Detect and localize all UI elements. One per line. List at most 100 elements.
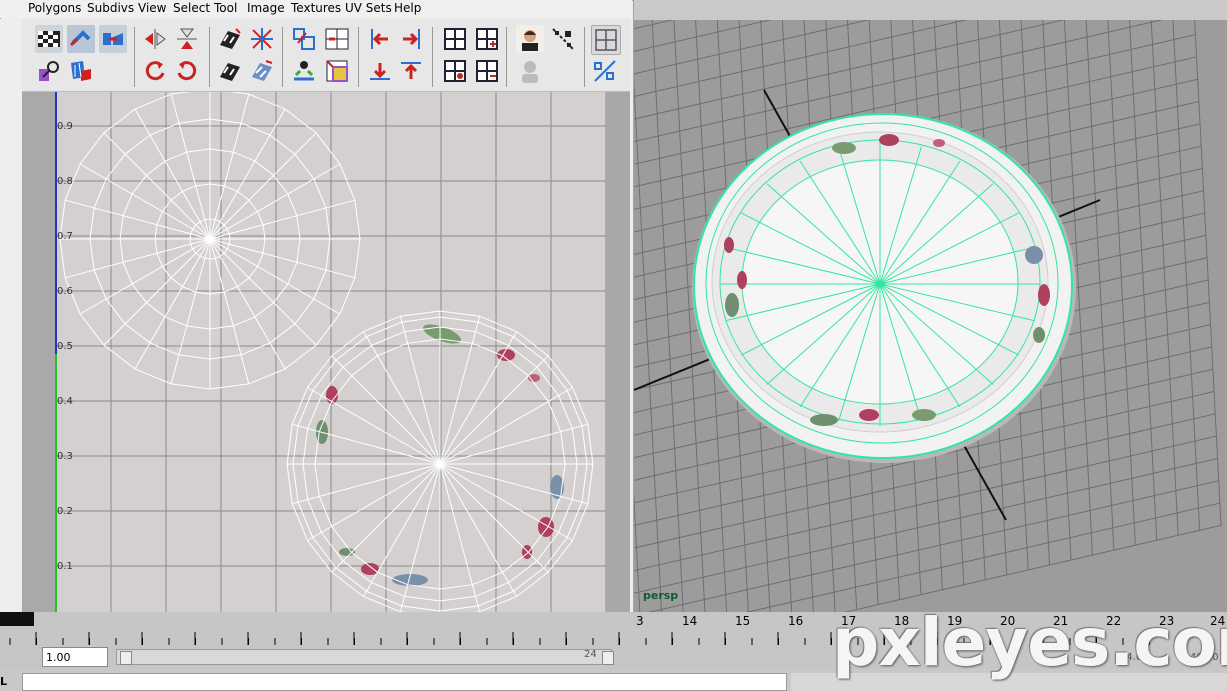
plate-model[interactable] — [692, 113, 1076, 463]
uv-edge-spoke — [439, 387, 573, 465]
uv-toolbar — [22, 19, 630, 92]
grid-remove-icon[interactable] — [473, 57, 501, 85]
layout-uv-icon[interactable] — [323, 25, 351, 53]
uv-edge-spoke — [439, 463, 517, 597]
uv-edge-spoke — [439, 423, 588, 465]
align-bottom-icon[interactable] — [366, 57, 394, 85]
v-tick-0.8: 0.8 — [57, 176, 73, 187]
rotate-cw-icon[interactable] — [173, 57, 201, 85]
v-tick-0.3: 0.3 — [57, 451, 73, 462]
rotate-ccw-icon[interactable] — [141, 57, 169, 85]
menu-uv-sets[interactable]: UV Sets — [345, 1, 392, 15]
uv-edge-spoke — [209, 163, 341, 240]
grid-uv-icon[interactable] — [441, 25, 469, 53]
uv-edge-spoke — [439, 463, 588, 505]
menu-polygons[interactable]: Polygons — [28, 1, 81, 15]
menu-image[interactable]: Image — [247, 1, 285, 15]
menu-tool[interactable]: Tool — [214, 1, 237, 15]
dim-image-icon[interactable] — [549, 25, 577, 53]
camera-label: persp — [643, 589, 679, 602]
uv-edge-spoke — [399, 316, 441, 465]
grid-add-icon[interactable] — [473, 25, 501, 53]
uv-edge-spoke — [103, 238, 211, 346]
viewport-scene[interactable] — [634, 20, 1227, 612]
uv-edge-spoke — [292, 463, 441, 505]
viewport-top-strip — [634, 0, 1227, 20]
flip-u-icon[interactable] — [141, 25, 169, 53]
v-tick-0.4: 0.4 — [57, 396, 73, 407]
uv-edge-spoke — [399, 463, 441, 612]
uv-panel-scroll-edge — [606, 92, 630, 618]
shaded-uv-icon[interactable] — [516, 57, 544, 85]
uv-outside-region — [22, 92, 55, 618]
uv-edge-spoke — [439, 463, 481, 612]
v-tick-0.6: 0.6 — [57, 286, 73, 297]
flip-v-icon[interactable] — [173, 25, 201, 53]
uv-snapshot-icon[interactable] — [35, 57, 63, 85]
menu-view[interactable]: View — [138, 1, 166, 15]
v-tick-0.2: 0.2 — [57, 506, 73, 517]
menu-select[interactable]: Select — [173, 1, 210, 15]
sew-uv-icon[interactable] — [216, 57, 244, 85]
uv-edge-spoke — [103, 132, 211, 240]
v-tick-0.7: 0.7 — [57, 231, 73, 242]
uv-edge-spoke — [64, 238, 211, 279]
v-tick-0.9: 0.9 — [57, 121, 73, 132]
frame-label: 16 — [788, 614, 804, 628]
image-display-icon[interactable] — [516, 25, 544, 53]
uv-edge-spoke — [307, 387, 441, 465]
uv-edge-spoke — [79, 163, 211, 240]
uv-edge-spoke — [439, 463, 573, 541]
isolate-select-icon[interactable] — [67, 57, 95, 85]
frame-label: 15 — [735, 614, 751, 628]
ground-grid-line — [1164, 20, 1201, 531]
uv-edge-spoke — [439, 331, 517, 465]
uv-layout[interactable] — [22, 92, 630, 618]
range-handle-start[interactable] — [120, 651, 132, 665]
start-time-field[interactable]: 1.00 — [42, 647, 108, 667]
uv-edge-spoke — [209, 132, 317, 240]
command-input[interactable] — [22, 673, 787, 691]
move-uv-shell-icon[interactable] — [290, 25, 318, 53]
uv-edge-spoke — [439, 463, 549, 573]
menu-help[interactable]: Help — [394, 1, 421, 15]
uv-edge-spoke — [439, 355, 549, 465]
grid-snap-icon[interactable] — [441, 57, 469, 85]
uv-edge-spoke — [170, 93, 211, 240]
uv-edge-spoke — [209, 238, 250, 385]
align-top-icon[interactable] — [397, 57, 425, 85]
menu-subdivs[interactable]: Subdivs — [87, 1, 134, 15]
pixel-snap-icon[interactable] — [591, 57, 619, 85]
uv-edge-spoke — [292, 423, 441, 465]
range-handle-end[interactable] — [602, 651, 614, 665]
toggle-grid-icon[interactable] — [591, 25, 621, 55]
cut-uv-icon[interactable] — [248, 25, 276, 53]
uv-shell-top-left[interactable] — [59, 92, 361, 390]
uv-edge-spoke — [79, 238, 211, 315]
uv-edge-spoke — [134, 238, 211, 370]
command-language-label[interactable]: L — [0, 675, 7, 688]
uv-edge-spoke — [134, 108, 211, 240]
align-right-icon[interactable] — [397, 25, 425, 53]
v-tick-0.5: 0.5 — [57, 341, 73, 352]
align-left-icon[interactable] — [366, 25, 394, 53]
menu-textures[interactable]: Textures — [291, 1, 341, 15]
uv-edge-spoke — [307, 463, 441, 541]
relax-uv-icon[interactable] — [290, 57, 318, 85]
planar-map-icon[interactable] — [216, 25, 244, 53]
uv-smudge-icon[interactable] — [99, 25, 127, 53]
uv-edge-spoke — [209, 238, 341, 315]
uv-edge-spoke — [209, 238, 356, 279]
texture-borders-icon[interactable] — [323, 57, 351, 85]
uv-edge-spoke — [170, 238, 211, 385]
ground-grid-line — [1185, 20, 1222, 526]
range-slider[interactable] — [116, 649, 612, 665]
uv-lattice-icon[interactable] — [67, 25, 95, 53]
range-end-label: 24 — [584, 649, 597, 660]
uv-edge-spoke — [363, 331, 441, 465]
uv-shell-bottom-right[interactable] — [286, 310, 594, 618]
frame-label: 14 — [682, 614, 698, 628]
ground-grid-line — [1142, 20, 1179, 536]
unfold-uv-icon[interactable] — [248, 57, 276, 85]
checker-icon[interactable] — [35, 25, 63, 53]
